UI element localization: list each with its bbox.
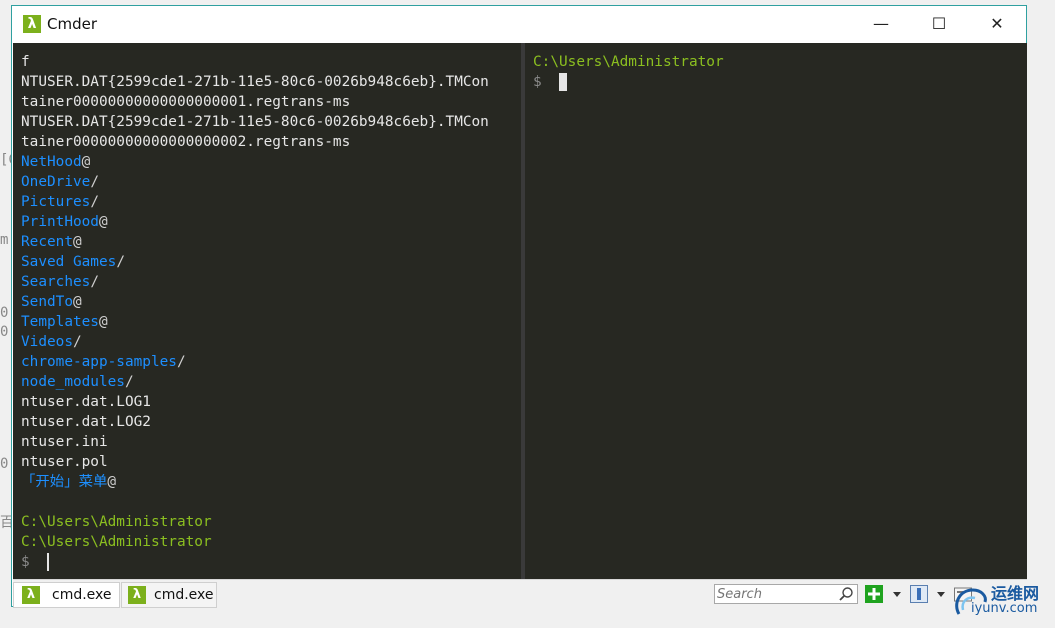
entry-suffix: @	[98, 214, 108, 230]
directory-name: 「开始」菜单	[21, 474, 108, 490]
prompt-path: C:\Users\Administrator	[21, 514, 212, 530]
console-tab-1[interactable]: λ cmd.exe	[13, 582, 120, 608]
watermark-url: iyunv.com	[971, 601, 1038, 616]
prompt-line: $	[533, 72, 567, 92]
file-entry: ntuser.ini	[21, 434, 108, 450]
prompt-symbol: $	[533, 74, 542, 90]
close-button[interactable]: ✕	[968, 6, 1026, 42]
search-input[interactable]	[717, 586, 831, 602]
console-tab-2[interactable]: λ cmd.exe	[121, 582, 217, 608]
directory-entry: Saved Games/	[21, 252, 125, 272]
directory-entry: 「开始」菜单@	[21, 472, 116, 492]
directory-name: Searches	[21, 274, 91, 290]
directory-name: NetHood	[21, 154, 82, 170]
directory-entry: PrintHood@	[21, 212, 108, 232]
file-entry: ntuser.dat.LOG1	[21, 394, 151, 410]
text-cursor	[559, 73, 567, 91]
background-text-fragment: 0	[0, 456, 9, 472]
title-bar[interactable]: λ Cmder — ☐ ✕	[12, 6, 1026, 42]
entry-suffix: @	[72, 294, 82, 310]
directory-entry: chrome-app-samples/	[21, 352, 186, 372]
cmder-lambda-icon[interactable]: λ	[23, 15, 41, 33]
directory-entry: OneDrive/	[21, 172, 99, 192]
entry-suffix: /	[124, 374, 134, 390]
terminal-area: f NTUSER.DAT{2599cde1-271b-11e5-80c6-0026…	[13, 43, 1027, 579]
watermark-logo: 运维网 iyunv.com	[951, 578, 1051, 622]
directory-name: PrintHood	[21, 214, 99, 230]
directory-entry: SendTo@	[21, 292, 82, 312]
file-entry: NTUSER.DAT{2599cde1-271b-11e5-80c6-0026b…	[21, 74, 489, 90]
status-bar: λ cmd.exe λ cmd.exe	[13, 579, 1027, 608]
window-title: Cmder	[47, 15, 98, 33]
background-text-fragment: m	[0, 232, 9, 248]
cmder-lambda-icon: λ	[22, 586, 40, 604]
directory-entry: Videos/	[21, 332, 82, 352]
split-view-icon[interactable]	[910, 585, 928, 603]
minimize-button[interactable]: —	[852, 6, 910, 42]
search-box[interactable]	[714, 584, 858, 604]
entry-suffix: /	[72, 334, 82, 350]
directory-name: OneDrive	[21, 174, 91, 190]
new-console-icon[interactable]	[865, 585, 883, 603]
directory-name: Templates	[21, 314, 99, 330]
prompt-line: $	[21, 552, 49, 572]
entry-suffix: /	[116, 254, 125, 270]
directory-entry: Searches/	[21, 272, 99, 292]
terminal-pane-right[interactable]: C:\Users\Administrator $	[525, 43, 1027, 579]
directory-name: Videos	[21, 334, 73, 350]
background-text-fragment: 0	[0, 305, 9, 321]
directory-name: node_modules	[21, 374, 125, 390]
entry-suffix: /	[90, 174, 99, 190]
directory-entry: Recent@	[21, 232, 82, 252]
prompt-path: C:\Users\Administrator	[21, 534, 212, 550]
maximize-button[interactable]: ☐	[910, 6, 968, 42]
entry-suffix: /	[176, 354, 186, 370]
entry-suffix: @	[98, 314, 108, 330]
entry-suffix: @	[107, 474, 117, 490]
cmder-lambda-icon: λ	[128, 586, 146, 604]
prompt-path: C:\Users\Administrator	[533, 54, 724, 70]
file-entry: f	[21, 54, 30, 70]
prompt-symbol: $	[21, 554, 30, 570]
background-text-fragment: 0	[0, 324, 9, 340]
text-cursor	[47, 553, 49, 571]
tab-label: cmd.exe	[52, 587, 112, 603]
directory-name: SendTo	[21, 294, 73, 310]
directory-entry: node_modules/	[21, 372, 134, 392]
file-entry: tainer00000000000000000002.regtrans-ms	[21, 134, 351, 150]
directory-name: Recent	[21, 234, 73, 250]
file-entry: tainer00000000000000000001.regtrans-ms	[21, 94, 351, 110]
terminal-pane-left[interactable]: f NTUSER.DAT{2599cde1-271b-11e5-80c6-0026…	[13, 43, 521, 579]
directory-entry: Pictures/	[21, 192, 99, 212]
cmder-window: λ Cmder — ☐ ✕ f NTUSER.DAT{2599cde1-271b-…	[11, 5, 1027, 608]
directory-name: chrome-app-samples	[21, 354, 177, 370]
directory-entry: Templates@	[21, 312, 108, 332]
chevron-down-icon[interactable]	[893, 592, 901, 597]
file-entry: ntuser.dat.LOG2	[21, 414, 151, 430]
entry-suffix: /	[90, 194, 99, 210]
search-icon[interactable]	[838, 586, 854, 602]
chevron-down-icon[interactable]	[937, 592, 945, 597]
directory-name: Saved Games	[21, 254, 117, 270]
tab-label: cmd.exe	[154, 587, 214, 603]
file-entry: ntuser.pol	[21, 454, 108, 470]
entry-suffix: /	[90, 274, 99, 290]
entry-suffix: @	[81, 154, 91, 170]
directory-name: Pictures	[21, 194, 91, 210]
directory-entry: NetHood@	[21, 152, 90, 172]
entry-suffix: @	[72, 234, 82, 250]
file-entry: NTUSER.DAT{2599cde1-271b-11e5-80c6-0026b…	[21, 114, 489, 130]
